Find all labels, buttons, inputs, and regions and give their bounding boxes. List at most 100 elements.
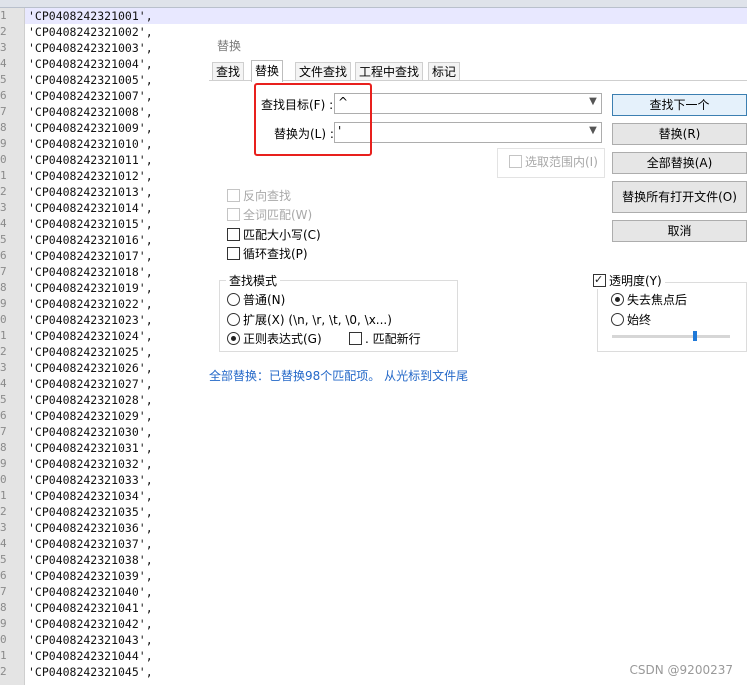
line-number: 9 [0,137,7,150]
code-text: 'CP0408242321002', [28,25,153,39]
line-number: 6 [0,409,7,422]
code-line[interactable]: 'CP0408242321032', [25,456,747,472]
document-tab-strip[interactable] [0,0,747,8]
checkbox-checked-icon [593,272,606,288]
code-text: 'CP0408242321017', [28,249,153,263]
line-number: 0 [0,313,7,326]
mode-extended-label: 扩展(X) (\n, \r, \t, \0, \x...) [243,313,392,327]
code-line[interactable]: 'CP0408242321030', [25,424,747,440]
line-number: 4 [0,57,7,70]
code-text: 'CP0408242321029', [28,409,153,423]
line-number: 9 [0,457,7,470]
line-number: 6 [0,89,7,102]
code-text: 'CP0408242321038', [28,553,153,567]
line-number: 3 [0,41,7,54]
code-text: 'CP0408242321007', [28,89,153,103]
line-number: 0 [0,153,7,166]
line-number: 1 [0,169,7,182]
code-line[interactable]: 'CP0408242321037', [25,536,747,552]
line-number: 1 [0,9,7,22]
tab-replace[interactable]: 替换 [251,60,284,82]
code-line[interactable]: 'CP0408242321038', [25,552,747,568]
mode-regex-radio[interactable]: 正则表达式(G) [227,331,322,347]
code-text: 'CP0408242321008', [28,105,153,119]
checkbox-icon [509,155,522,168]
code-line[interactable]: 'CP0408242321033', [25,472,747,488]
tab-mark[interactable]: 标记 [428,62,461,81]
code-text: 'CP0408242321037', [28,537,153,551]
code-text: 'CP0408242321009', [28,121,153,135]
radio-selected-icon [227,332,240,345]
dot-newline-checkbox[interactable]: . 匹配新行 [349,331,421,347]
find-input[interactable]: ^ ▼ [334,93,602,114]
code-text: 'CP0408242321035', [28,505,153,519]
line-number: 3 [0,201,7,214]
wrap-label: 循环查找(P) [243,247,308,261]
code-text: 'CP0408242321032', [28,457,153,471]
highlight-annotation [254,83,372,156]
whole-word-checkbox[interactable]: 全词匹配(W) [227,207,312,223]
tab-find-in-files[interactable]: 文件查找 [295,62,352,81]
always-radio[interactable]: 始终 [611,312,651,328]
code-line[interactable]: 'CP0408242321029', [25,408,747,424]
tab-find[interactable]: 查找 [212,62,245,81]
transparency-label: 透明度(Y) [609,274,662,288]
find-next-button[interactable]: 查找下一个 [612,94,747,116]
code-line[interactable]: 'CP0408242321044', [25,648,747,664]
line-number: 1 [0,329,7,342]
on-lose-focus-label: 失去焦点后 [627,293,688,307]
code-line[interactable]: 'CP0408242321036', [25,520,747,536]
code-line[interactable]: 'CP0408242321042', [25,616,747,632]
checkbox-icon [227,247,240,260]
replace-all-open-files-button[interactable]: 替换所有打开文件(O) [612,181,747,213]
code-line[interactable]: 'CP0408242321041', [25,600,747,616]
watermark: CSDN @9200237 [629,663,733,677]
replace-input[interactable]: ' ▼ [334,122,602,143]
line-number: 8 [0,441,7,454]
code-line[interactable]: 'CP0408242321035', [25,504,747,520]
code-text: 'CP0408242321013', [28,185,153,199]
code-line[interactable]: 'CP0408242321043', [25,632,747,648]
line-number: 5 [0,233,7,246]
line-number: 2 [0,505,7,518]
code-text: 'CP0408242321011', [28,153,153,167]
code-text: 'CP0408242321018', [28,265,153,279]
radio-icon [227,313,240,326]
transparency-slider-thumb[interactable] [693,331,697,341]
code-line[interactable]: 'CP0408242321031', [25,440,747,456]
code-line[interactable]: 'CP0408242321034', [25,488,747,504]
chevron-down-icon[interactable]: ▼ [588,125,598,137]
match-case-checkbox[interactable]: 匹配大小写(C) [227,227,321,243]
transparency-slider-track[interactable] [612,335,730,338]
chevron-down-icon[interactable]: ▼ [588,96,598,108]
code-line[interactable]: 'CP0408242321039', [25,568,747,584]
line-number: 5 [0,553,7,566]
checkbox-icon [227,208,240,221]
code-text: 'CP0408242321027', [28,377,153,391]
code-line[interactable]: 'CP0408242321028', [25,392,747,408]
backward-checkbox[interactable]: 反向查找 [227,188,291,204]
line-number: 6 [0,569,7,582]
line-number: 4 [0,377,7,390]
in-selection-checkbox[interactable]: 选取范围内(I) [509,154,598,170]
line-number: 8 [0,601,7,614]
code-text: 'CP0408242321003', [28,41,153,55]
code-text: 'CP0408242321015', [28,217,153,231]
cancel-button[interactable]: 取消 [612,220,747,242]
transparency-checkbox[interactable]: 透明度(Y) [590,272,665,289]
on-lose-focus-radio[interactable]: 失去焦点后 [611,292,687,308]
tab-find-in-project[interactable]: 工程中查找 [355,62,424,81]
code-line[interactable]: 'CP0408242321001', [25,8,747,24]
wrap-checkbox[interactable]: 循环查找(P) [227,246,308,262]
mode-normal-radio[interactable]: 普通(N) [227,292,285,308]
line-number: 5 [0,73,7,86]
replace-all-button[interactable]: 全部替换(A) [612,152,747,174]
line-number: 2 [0,345,7,358]
line-number-gutter: 1 2 3 4 5 6 7 8 9 0 1 2 3 4 5 6 7 8 9 0 1 2 3 4 5 6 7 8 9 0 1 2 3 4 5 6 7 8 9 0… [0,8,25,685]
code-line[interactable]: 'CP0408242321040', [25,584,747,600]
mode-extended-radio[interactable]: 扩展(X) (\n, \r, \t, \0, \x...) [227,312,392,328]
code-text: 'CP0408242321010', [28,137,153,151]
replace-button[interactable]: 替换(R) [612,123,747,145]
dialog-title: 替换 [217,39,242,53]
line-number: 1 [0,489,7,502]
